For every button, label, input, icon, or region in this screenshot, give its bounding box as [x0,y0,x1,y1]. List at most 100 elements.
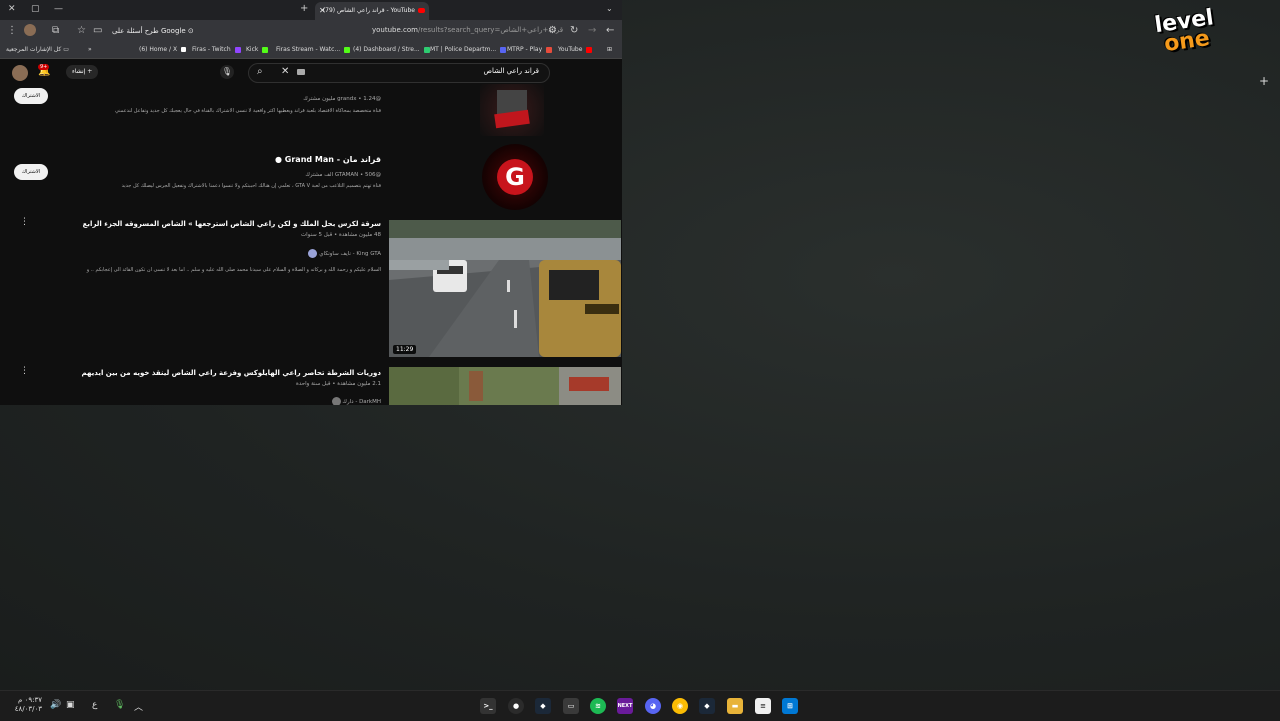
terminal-app-icon[interactable]: >_ [480,698,496,714]
channel-avatar[interactable]: G [482,144,548,210]
notifications-bell-icon[interactable]: 🔔 9+ [38,64,50,77]
profile-icon[interactable] [24,24,36,36]
reload-icon[interactable]: ↻ [570,25,578,36]
google-lens-chip[interactable]: طرح أسئلة على Google ⊙ [108,24,198,38]
all-bookmarks[interactable]: كل الإشارات المرجعية ▭ [6,46,69,53]
video-thumbnail[interactable]: 11:29 [389,220,621,357]
network-icon[interactable]: ▣ [66,700,75,710]
cast-icon[interactable]: ▭ [93,25,102,36]
bookmark-label: MTRP - Play [507,46,543,53]
avatar[interactable] [12,65,28,81]
all-bookmarks-label: كل الإشارات المرجعية [6,46,62,53]
video-title[interactable]: سرقة لكزس بحل الملك و لكن راعي الشاص است… [81,220,381,228]
streamlabs-icon [423,46,430,53]
subscribe-button[interactable]: الاشتراك [14,164,48,180]
tab-search-icon[interactable]: ⌄ [606,4,613,13]
video-description: السلام عليكم و رحمة الله و بركاته و الصل… [86,267,381,273]
more-options-icon[interactable]: ⋮ [20,217,29,227]
voice-search-icon[interactable]: 🎙 [220,65,234,79]
close-window-icon[interactable]: ✕ [8,4,16,14]
spotify-app-icon[interactable]: ≋ [590,698,606,714]
video-channel-name: DarkMH - دارك [342,399,381,405]
steam-app-icon[interactable]: ◆ [535,698,551,714]
bookmark-police[interactable]: MT | Police Departm... [430,46,507,53]
channel-avatar-small [308,249,318,258]
channel-avatar[interactable] [480,84,544,136]
search-input[interactable]: ⌕ ✕ قراند راعي الشاص [248,63,550,83]
next-app-icon[interactable]: NEXT [617,698,633,714]
obs-app-icon[interactable]: ● [508,698,524,714]
bookmarks-overflow-icon[interactable]: » [88,46,92,53]
tray-overflow-icon[interactable]: ︿ [134,700,143,713]
bookmark-mtrp[interactable]: MTRP - Play [507,46,553,53]
app-window-icon[interactable]: ▭ [563,698,579,714]
steam-app-icon[interactable]: ◆ [699,698,715,714]
keyboard-icon[interactable] [297,69,305,75]
channel-description: قناة متخصصة بمحاكاة الاقتصاد بلعبة قراند… [115,108,381,114]
youtube-icon [586,46,593,53]
bookmark-label: (6) Home / X [139,46,178,53]
language-indicator[interactable]: ع [92,700,97,710]
level-one-logo: level one [1148,5,1226,76]
mtrp-icon [546,46,553,53]
notification-badge: 9+ [38,64,50,70]
search-icon[interactable]: ⌕ [257,66,263,77]
site-settings-icon[interactable]: ⚙ [548,25,557,36]
bookmark-label: (4) Dashboard / Stre... [353,46,420,53]
minimize-icon[interactable]: — [54,4,63,14]
notepad-app-icon[interactable]: ≡ [755,698,771,714]
browser-window: ✕ ▢ — + ✕ (79) قراند راعي الشاص - YouTub… [0,0,622,405]
video-channel[interactable]: King GTA - نايف ساونكاي [181,249,381,258]
url-host: youtube.com [372,26,418,34]
video-title[interactable]: دوريات الشرطة تحاصر راعي الهايلوكس وفزعة… [81,369,381,377]
microphone-icon[interactable]: 🎙 [114,700,125,710]
volume-icon[interactable]: 🔊 [50,700,61,710]
x-icon [181,47,186,52]
apps-grid-icon[interactable]: ⊞ [607,46,612,53]
grand-logo-icon [494,90,530,129]
clock-date: ٤٨/٠٣/٠٣ [14,705,42,713]
tab-youtube[interactable]: ✕ (79) قراند راعي الشاص - YouTube [315,2,429,20]
kick-icon [344,46,351,53]
lens-chip-label: طرح أسئلة على Google [112,27,186,35]
gta-thumbnail-image [389,367,621,405]
channel-name[interactable]: قراند مان - Grand Man ● [161,155,381,164]
create-label: إنشاء [72,68,86,75]
video-channel[interactable]: DarkMH - دارك [181,397,381,405]
subscribe-button[interactable]: الاشتراك [14,88,48,104]
tab-title: (79) قراند راعي الشاص - YouTube [322,7,415,14]
back-icon[interactable]: ← [606,25,614,36]
chrome-app-icon[interactable]: ◉ [672,698,688,714]
video-thumbnail[interactable] [389,367,621,405]
svg-text:G: G [505,163,525,191]
forward-icon[interactable]: → [588,25,596,36]
bookmark-label: YouTube [558,46,583,53]
address-bar[interactable]: youtube.com/results?search_query=قراند+ر… [372,26,563,34]
logo-line-2: one [1162,25,1212,58]
bookmark-x[interactable]: (6) Home / X [139,46,186,53]
extensions-icon[interactable]: ⧉ [52,25,59,36]
video-meta: 48 مليون مشاهدة • قبل 5 سنوات [300,232,381,238]
bookmark-twitch[interactable]: Firas - Twitch [192,46,241,53]
bookmark-kick[interactable]: Kick [246,46,269,53]
create-button[interactable]: إنشاء + [66,65,99,79]
bookmark-firas-stream[interactable]: Firas Stream - Watc... [276,46,351,53]
more-options-icon[interactable]: ⋮ [20,366,29,376]
bookmark-label: MT | Police Departm... [430,46,497,53]
maximize-icon[interactable]: ▢ [31,4,40,14]
bookmark-dashboard[interactable]: (4) Dashboard / Stre... [353,46,430,53]
windows-start-icon[interactable]: ⊞ [782,698,798,714]
bookmarks-bar: كل الإشارات المرجعية ▭ » (6) Home / X Fi… [0,42,622,59]
file-explorer-icon[interactable]: ▬ [727,698,743,714]
verified-icon: ● [275,155,282,164]
channel-meta: @grandx • 1.24 مليون مشترك [303,96,381,102]
discord-app-icon[interactable]: ◕ [645,698,661,714]
menu-dots-icon[interactable]: ⋮ [7,25,17,36]
channel-avatar-small [331,397,341,405]
clear-search-icon[interactable]: ✕ [281,66,289,77]
channel-name-text: قراند مان - Grand Man [284,155,381,164]
bookmark-youtube[interactable]: YouTube [558,46,593,53]
new-tab-icon[interactable]: + [300,3,308,14]
bookmark-star-icon[interactable]: ☆ [77,25,86,36]
system-clock[interactable]: ٠٩:٣٧ م ٤٨/٠٣/٠٣ [10,696,42,714]
